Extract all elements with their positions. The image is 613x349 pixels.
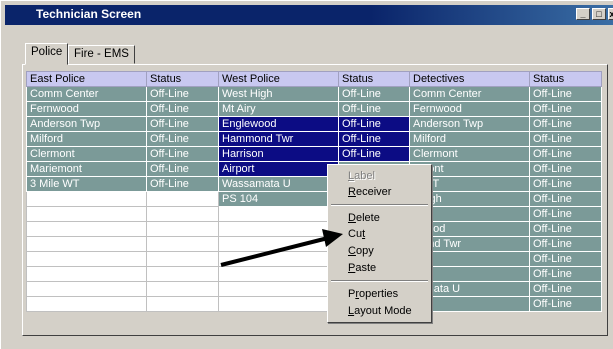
arrow-shaft — [220, 236, 329, 267]
arrow-head-icon — [322, 229, 343, 247]
annotation-arrow — [220, 229, 343, 267]
